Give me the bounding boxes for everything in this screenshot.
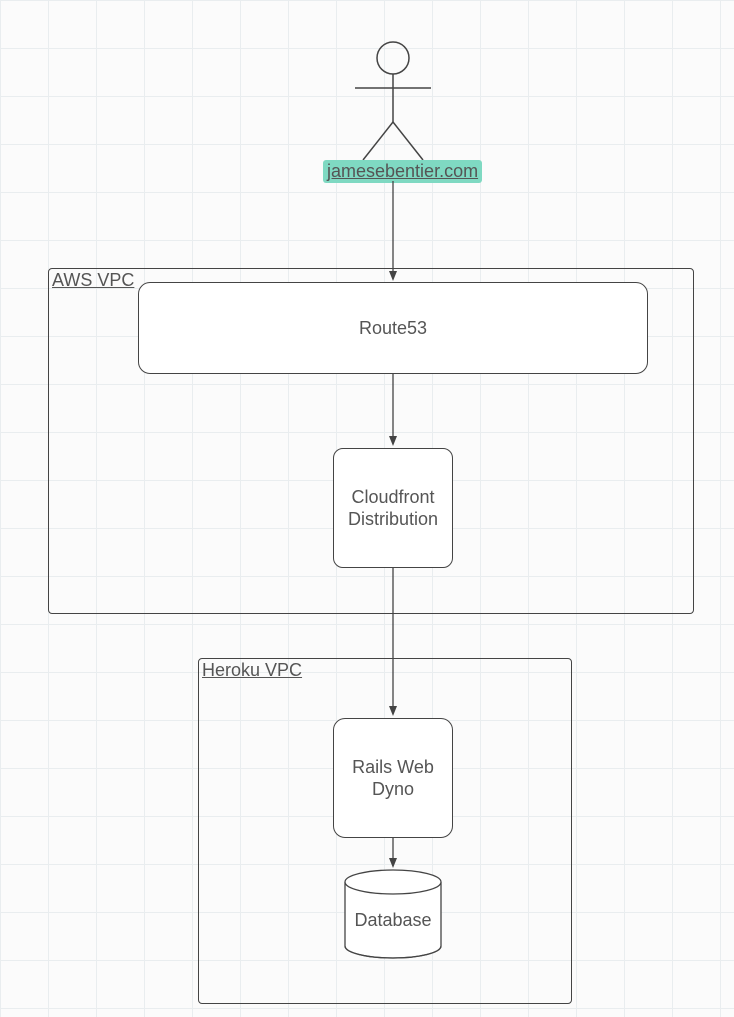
rails-node: Rails Web Dyno	[333, 718, 453, 838]
rails-label: Rails Web Dyno	[352, 756, 434, 801]
diagram-stage: jamesebentier.com AWS VPC Route53 Cloudf…	[0, 0, 734, 1017]
route53-node: Route53	[138, 282, 648, 374]
database-label: Database	[333, 910, 453, 931]
arrow-rails-to-database	[389, 838, 397, 868]
arrow-actor-to-route53	[389, 181, 397, 281]
route53-label: Route53	[359, 317, 427, 340]
aws-vpc-label: AWS VPC	[52, 270, 134, 291]
heroku-vpc-label: Heroku VPC	[202, 660, 302, 681]
cloudfront-node: Cloudfront Distribution	[333, 448, 453, 568]
cloudfront-label: Cloudfront Distribution	[348, 486, 438, 531]
arrow-route53-to-cloudfront	[389, 374, 397, 446]
actor-icon	[355, 40, 431, 162]
actor-label: jamesebentier.com	[323, 160, 482, 183]
